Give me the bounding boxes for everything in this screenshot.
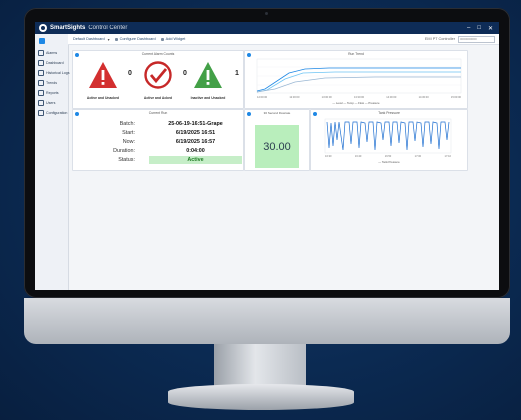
check-circle-icon	[144, 61, 172, 89]
flowrate-panel: 30 Second Flowrate 30.00	[244, 109, 310, 171]
panel-title: Current Run	[148, 111, 168, 115]
add-widget-button[interactable]: Add Widget	[160, 37, 185, 41]
status-row: Status: Active	[73, 156, 242, 164]
bell-icon	[38, 50, 44, 56]
alarm-label: Inactive and Unacked	[190, 96, 226, 100]
alarm-counts-panel: Current Alarm Counts Active and Unacked …	[72, 50, 244, 109]
sidebar-item-label: Trends	[46, 81, 58, 85]
sidebar-item-dashboard[interactable]: Dashboard	[35, 58, 68, 68]
gear-icon	[38, 110, 44, 116]
sidebar-item-users[interactable]: Users	[35, 98, 68, 108]
x-tick: 16:40	[354, 155, 362, 158]
sidebar-item-label: Alarms	[46, 51, 58, 55]
warning-icon	[194, 62, 222, 88]
alarm-count: 1	[235, 70, 239, 77]
trend-line-level	[256, 67, 461, 92]
x-tick: 15:00:00	[450, 96, 461, 99]
status-badge: Active	[149, 156, 242, 164]
sidebar-item-trends[interactable]: Trends	[35, 78, 68, 88]
start-row: Start: 6/19/2025 16:51	[122, 130, 216, 136]
configure-dashboard-button[interactable]: Configure Dashboard	[114, 37, 156, 41]
run-trend-panel: Run Trend 12:00:00 12:30:00 13:00:00 13:…	[244, 50, 468, 109]
now-row: Now: 6/19/2025 16:57	[122, 139, 216, 145]
title-bar: SmartSights Control Center – □ ✕	[35, 22, 499, 34]
chevron-down-icon: ▾	[107, 37, 110, 42]
chart-legend: — Tank Pressure	[378, 160, 400, 164]
sidebar-item-label: Users	[46, 101, 56, 105]
toolbar: Default Dashboard ▾ Configure Dashboard A…	[68, 34, 499, 45]
x-tick: 13:30:00	[353, 96, 365, 99]
x-tick: 16:50	[384, 155, 392, 158]
x-tick: 17:10	[444, 155, 452, 158]
x-tick: 12:30:00	[289, 96, 300, 99]
brand-name: SmartSights	[50, 25, 86, 31]
warning-icon	[89, 62, 117, 88]
panel-title: 30 Second Flowrate	[263, 111, 291, 115]
controller-label: EMI PT Controller	[424, 37, 455, 41]
plus-icon	[160, 37, 164, 41]
controller-field[interactable]: 0000000000	[458, 35, 495, 43]
batch-row: Batch: 25-06-19-16:51-Grape	[119, 121, 223, 127]
chart-legend: — Level — Temp — Flow — Pressure	[332, 101, 380, 105]
x-tick: 14:00:00	[386, 96, 397, 99]
alarm-label: Active and Unacked	[86, 96, 120, 100]
app-title: Control Center	[88, 25, 128, 31]
x-tick: 16:30	[325, 155, 332, 158]
sidebar-item-configuration[interactable]: Configuration	[35, 108, 68, 118]
sidebar-item-reports[interactable]: Reports	[35, 88, 68, 98]
sidebar-item-label: Reports	[46, 91, 59, 95]
tank-pressure-line	[326, 121, 450, 151]
x-tick: 14:30:00	[418, 96, 429, 99]
sidebar-item-alarms[interactable]: Alarms	[35, 48, 68, 58]
menu-toggle-icon[interactable]	[39, 38, 45, 44]
history-icon	[38, 70, 44, 76]
trend-icon	[38, 80, 44, 86]
screen: SmartSights Control Center – □ ✕ Alarms …	[35, 22, 499, 290]
app-logo-icon	[39, 24, 47, 32]
monitor-chin	[24, 298, 510, 344]
monitor-stand	[214, 344, 306, 386]
x-tick: 12:00:00	[257, 96, 268, 99]
sidebar-item-label: Configuration	[46, 111, 68, 115]
dashboard-icon	[38, 60, 44, 66]
alarm-active-unacked[interactable]: Active and Unacked	[73, 61, 133, 100]
run-trend-chart	[256, 58, 462, 94]
x-tick: 13:00:00	[321, 96, 332, 99]
monitor-base	[168, 384, 354, 410]
duration-row: Duration: 0:04:00	[113, 148, 205, 154]
sidebar-item-label: Dashboard	[46, 61, 64, 65]
webcam	[265, 12, 268, 15]
trend-line-flow	[256, 76, 461, 93]
settings-icon	[114, 37, 118, 41]
close-button[interactable]: ✕	[488, 25, 493, 32]
tank-pressure-panel: Tank Pressure 16:30 16:40 16:50 17:00 17…	[310, 109, 468, 171]
alarm-inactive-unacked[interactable]: Inactive and Unacked	[178, 61, 238, 100]
minimize-button[interactable]: –	[467, 25, 470, 32]
report-icon	[38, 90, 44, 96]
user-icon	[38, 100, 44, 106]
flowrate-value: 30.00	[255, 125, 299, 168]
sidebar: Alarms Dashboard Historical Logs Trends …	[35, 34, 70, 290]
sidebar-item-historical-logs[interactable]: Historical Logs	[35, 68, 70, 78]
trend-line-temp	[256, 71, 461, 93]
sidebar-item-label: Historical Logs	[46, 71, 70, 75]
dashboard-select[interactable]: Default Dashboard ▾	[73, 37, 110, 42]
x-tick: 17:00	[414, 155, 422, 158]
maximize-button[interactable]: □	[477, 25, 481, 32]
batch-panel: Current Run Batch: 25-06-19-16:51-Grape S…	[72, 109, 244, 171]
panel-title: Current Alarm Counts	[141, 52, 175, 56]
